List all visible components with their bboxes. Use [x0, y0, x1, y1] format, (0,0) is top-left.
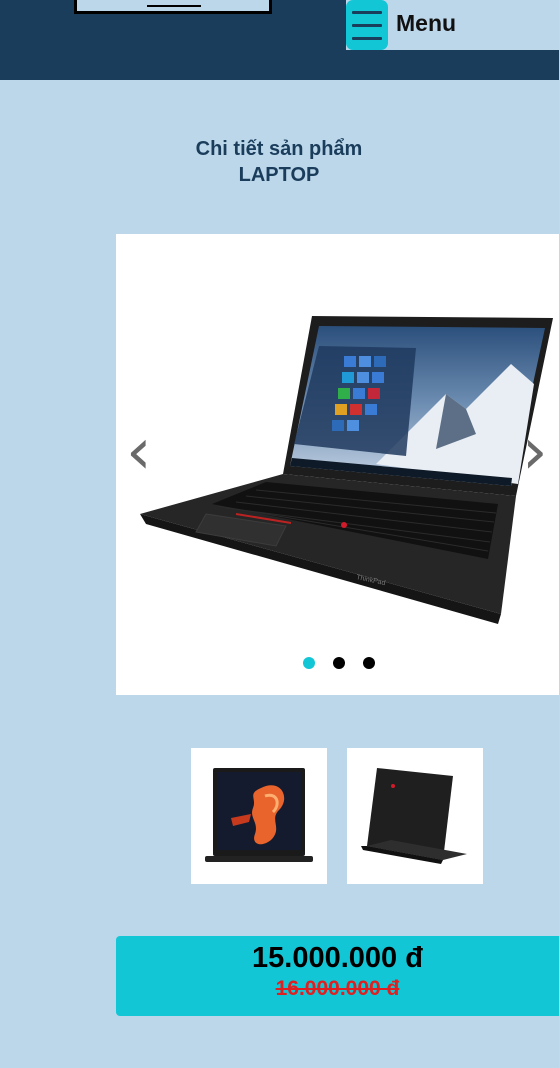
laptop-thumbnail-icon	[361, 768, 467, 864]
price-box: 15.000.000 đ 16.000.000 đ	[116, 936, 559, 1016]
chevron-right-icon[interactable]: ›	[522, 420, 548, 484]
carousel-dot-active[interactable]	[303, 657, 315, 669]
carousel-dot[interactable]	[363, 657, 375, 669]
current-price: 15.000.000 đ	[252, 942, 423, 974]
laptop-thumbnail-icon	[205, 768, 313, 862]
site-header: Menu	[0, 0, 559, 80]
thumbnail-front[interactable]	[191, 748, 327, 884]
logo-line	[147, 5, 201, 7]
menu-bar[interactable]: Menu	[346, 0, 559, 50]
laptop-image: ThinkPad	[140, 316, 553, 624]
thumbnail-back[interactable]	[347, 748, 483, 884]
original-price: 16.000.000 đ	[275, 977, 400, 1000]
menu-label[interactable]: Menu	[396, 10, 456, 37]
logo[interactable]	[74, 0, 272, 14]
hamburger-icon-line	[352, 24, 382, 27]
hamburger-icon-line	[352, 37, 382, 40]
page-title: Chi tiết sản phẩm	[195, 138, 363, 160]
product-carousel[interactable]: ThinkPad ‹ ›	[116, 234, 559, 695]
menu-button[interactable]	[346, 0, 388, 50]
trackpoint	[341, 522, 347, 528]
product-name: LAPTOP	[238, 164, 320, 186]
hamburger-icon-line	[352, 11, 382, 14]
carousel-dot[interactable]	[333, 657, 345, 669]
chevron-left-icon[interactable]: ‹	[126, 420, 152, 484]
